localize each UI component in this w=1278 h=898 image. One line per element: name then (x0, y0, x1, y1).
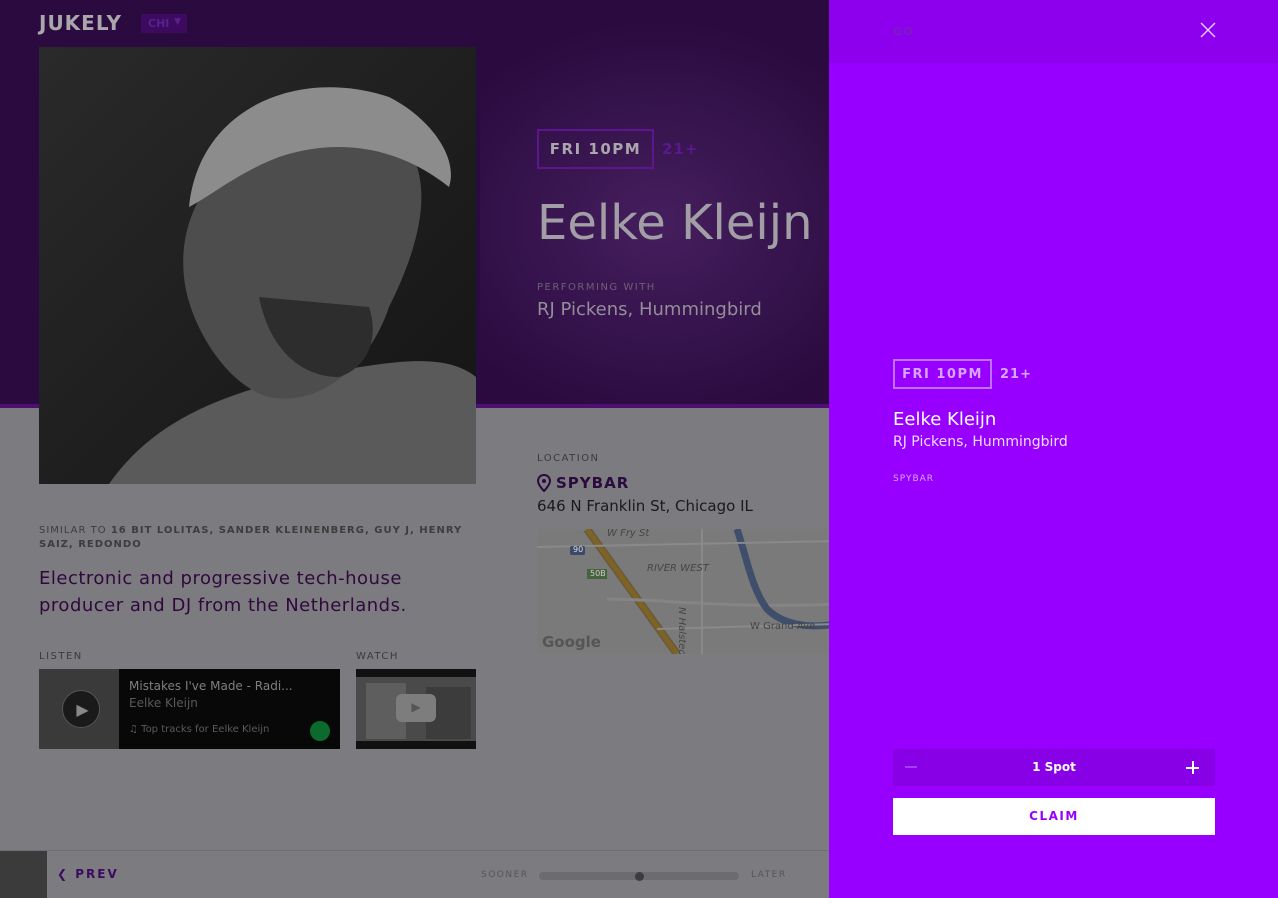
plus-icon[interactable] (1186, 761, 1199, 774)
page: JUKELY CHI ▼ FRI 10PM 21+ Eelke Kleijn P… (0, 0, 1278, 898)
spot-quantity-stepper: 1 Spot (893, 749, 1215, 786)
page-dim-overlay[interactable] (0, 0, 829, 898)
panel-venue: SPYBAR (893, 474, 935, 484)
spot-count: 1 Spot (1032, 760, 1076, 774)
panel-performing-with: RJ Pickens, Hummingbird (893, 434, 1068, 450)
panel-age: 21+ (1000, 367, 1032, 382)
panel-artist-name: Eelke Kleijn (893, 409, 997, 430)
claim-button[interactable]: CLAIM (893, 798, 1215, 835)
panel-go-label: GO (893, 25, 915, 38)
panel-header: GO (829, 0, 1278, 63)
panel-time-badge: FRI 10PM (893, 359, 992, 389)
close-icon[interactable] (1199, 21, 1217, 39)
claim-panel: GO FRI 10PM 21+ Eelke Kleijn RJ Pickens,… (829, 0, 1278, 898)
